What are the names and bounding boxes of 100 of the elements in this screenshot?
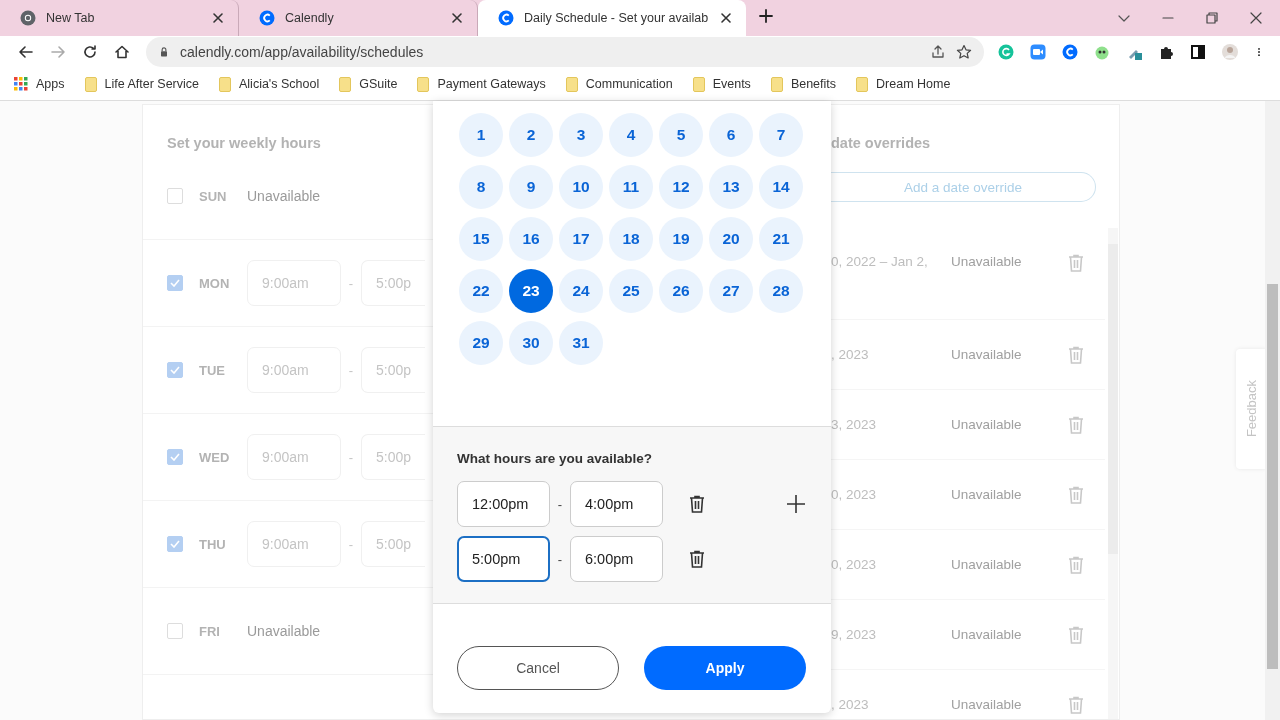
day-checkbox[interactable] [167, 536, 183, 552]
time-separator: - [347, 275, 355, 291]
star-icon[interactable] [956, 44, 972, 60]
day-checkbox[interactable] [167, 623, 183, 639]
calendar-day[interactable]: 26 [659, 269, 703, 313]
trash-icon[interactable] [689, 495, 705, 513]
calendar-day[interactable]: 17 [559, 217, 603, 261]
close-icon[interactable] [210, 10, 226, 26]
close-icon[interactable] [449, 10, 465, 26]
calendar-day[interactable]: 15 [459, 217, 503, 261]
calendar-day[interactable]: 12 [659, 165, 703, 209]
calendar-day[interactable]: 10 [559, 165, 603, 209]
plus-icon[interactable] [758, 8, 775, 24]
bookmark-link[interactable]: Apps [36, 77, 65, 91]
calendar-day[interactable]: 14 [759, 165, 803, 209]
end-time-field[interactable]: 6:00pm [570, 536, 663, 582]
page-scrollbar[interactable] [1265, 101, 1280, 720]
calendar-day[interactable]: 3 [559, 113, 603, 157]
lock-icon [158, 44, 170, 60]
start-time-field[interactable]: 12:00pm [457, 481, 550, 527]
calendar-day[interactable]: 28 [759, 269, 803, 313]
grammar-extension-icon[interactable] [998, 44, 1014, 60]
calendly-icon [259, 10, 275, 26]
checkmark-icon [170, 279, 180, 287]
video-camera-icon[interactable] [1030, 44, 1046, 60]
forward-arrow-icon[interactable] [50, 44, 66, 60]
cancel-button[interactable]: Cancel [457, 646, 619, 690]
bookmark-link[interactable]: Events [712, 77, 751, 91]
hours-question: What hours are you available? [457, 451, 654, 466]
override-status: Unavailable [951, 254, 1023, 269]
day-label: TUE [199, 362, 226, 378]
calendar-day[interactable]: 8 [459, 165, 503, 209]
calendar-day[interactable]: 9 [509, 165, 553, 209]
reload-icon[interactable] [82, 44, 98, 60]
calendar-day[interactable]: 31 [559, 321, 603, 365]
calendar-day[interactable]: 13 [709, 165, 753, 209]
bookmark-link[interactable]: Communication [585, 77, 673, 91]
end-time-field[interactable]: 4:00pm [570, 481, 663, 527]
apply-button[interactable]: Apply [644, 646, 806, 690]
calendar-day[interactable]: 19 [659, 217, 703, 261]
day-checkbox[interactable] [167, 188, 183, 204]
calendar-day[interactable]: 2 [509, 113, 553, 157]
trash-icon[interactable] [689, 550, 705, 568]
unavailable-label: Unavailable [247, 188, 321, 204]
checkmark-icon [170, 366, 180, 374]
bookmark-link[interactable]: GSuite [359, 77, 398, 91]
folder-icon [84, 76, 97, 92]
day-checkbox[interactable] [167, 449, 183, 465]
close-icon[interactable] [1248, 10, 1264, 26]
override-status: Unavailable [951, 417, 1023, 432]
override-dates: , 2023 [831, 347, 870, 362]
calendly-icon [498, 10, 514, 26]
calendar-day[interactable]: 4 [609, 113, 653, 157]
apps-grid-icon[interactable] [14, 77, 28, 91]
calendar-day[interactable]: 30 [509, 321, 553, 365]
browser-tab[interactable]: Daily Schedule - Set your availab [478, 0, 747, 36]
calendar-day[interactable]: 22 [459, 269, 503, 313]
address-bar[interactable]: calendly.com/app/availability/schedules [146, 37, 984, 67]
restore-icon[interactable] [1204, 10, 1220, 26]
calendar-day[interactable]: 5 [659, 113, 703, 157]
calendar-day[interactable]: 21 [759, 217, 803, 261]
back-arrow-icon[interactable] [18, 44, 34, 60]
share-icon[interactable] [930, 44, 946, 60]
calendar-day[interactable]: 7 [759, 113, 803, 157]
start-time-field[interactable]: 5:00pm [457, 536, 550, 582]
bug-extension-icon[interactable] [1094, 44, 1110, 60]
day-label: WED [199, 449, 231, 465]
calendar-day[interactable]: 11 [609, 165, 653, 209]
override-dates: 0, 2023 [831, 557, 878, 572]
override-dates: 3, 2023 [831, 417, 878, 432]
bookmark-link[interactable]: Dream Home [876, 77, 951, 91]
calendar-day[interactable]: 24 [559, 269, 603, 313]
day-checkbox[interactable] [167, 362, 183, 378]
calendar-day[interactable]: 6 [709, 113, 753, 157]
override-status: Unavailable [951, 697, 1023, 712]
calendar-day[interactable]: 16 [509, 217, 553, 261]
override-status: Unavailable [951, 557, 1023, 572]
avatar-icon[interactable] [1222, 44, 1238, 60]
browser-tab[interactable]: Calendly [239, 0, 478, 36]
calendar-day[interactable]: 23 [509, 269, 553, 313]
time-separator: - [347, 362, 355, 378]
plus-icon[interactable] [787, 495, 805, 513]
bookmark-link[interactable]: Life After Service [104, 77, 199, 91]
browser-tab[interactable]: New Tab [0, 0, 239, 36]
puzzle-icon[interactable] [1158, 44, 1174, 60]
calendar-day[interactable]: 18 [609, 217, 653, 261]
calendar-day[interactable]: 27 [709, 269, 753, 313]
home-icon[interactable] [114, 44, 130, 60]
override-status: Unavailable [951, 627, 1023, 642]
side-panel-icon[interactable] [1190, 44, 1206, 60]
calendar-day[interactable]: 1 [459, 113, 503, 157]
calendar-day[interactable]: 25 [609, 269, 653, 313]
bookmark-link[interactable]: Payment Gateways [437, 77, 546, 91]
day-checkbox[interactable] [167, 275, 183, 291]
bookmark-link[interactable]: Alicia's School [239, 77, 320, 91]
calendar-day[interactable]: 29 [459, 321, 503, 365]
override-dates: , 2023 [831, 697, 870, 712]
checkmark-icon [170, 540, 180, 548]
calendar-day[interactable]: 20 [709, 217, 753, 261]
bookmark-link[interactable]: Benefits [790, 77, 837, 91]
